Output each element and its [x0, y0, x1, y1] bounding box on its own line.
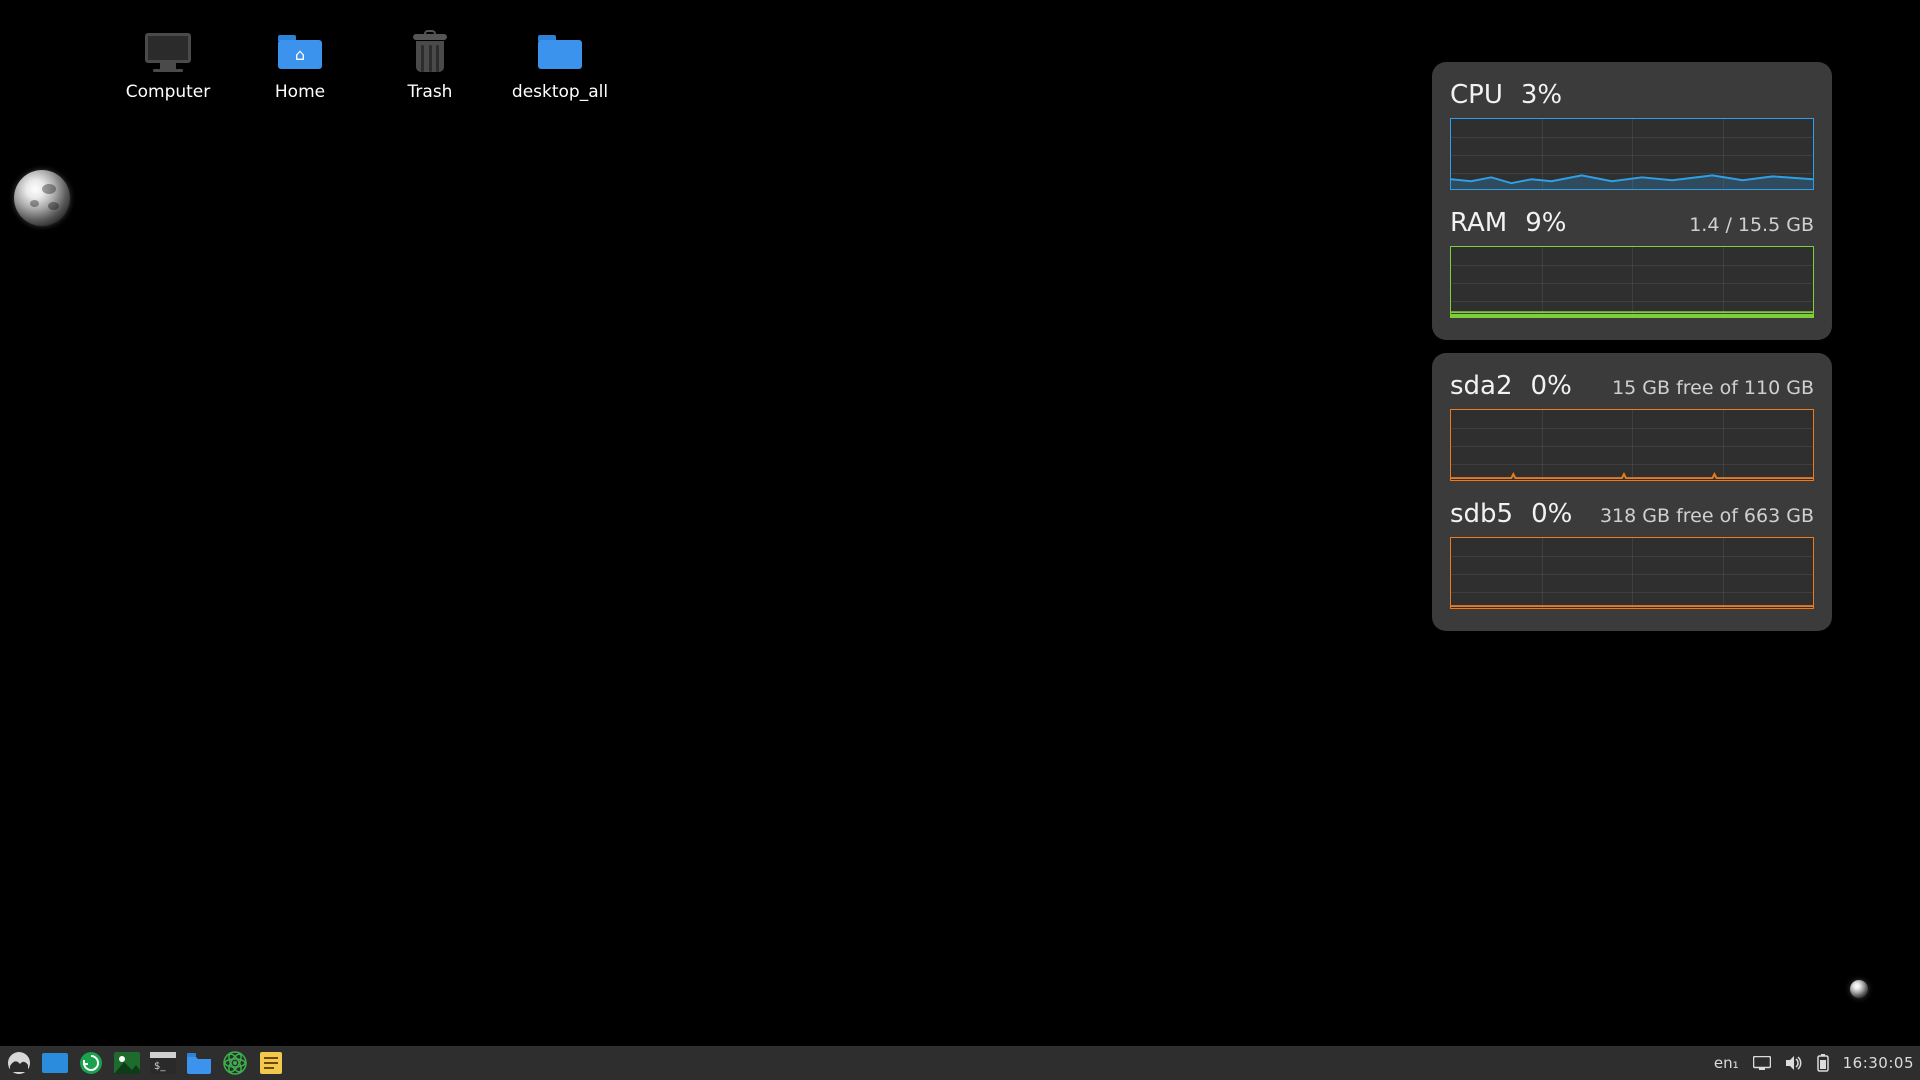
- desktop-icon-label: Trash: [370, 82, 490, 102]
- sda2-title: sda2: [1450, 371, 1513, 401]
- desktop-icon-label: desktop_all: [500, 82, 620, 102]
- terminal-icon[interactable]: $_: [150, 1050, 176, 1076]
- desktop-icon-label: Home: [240, 82, 360, 102]
- folder-icon: [538, 35, 582, 69]
- sdb5-sub: 318 GB free of 663 GB: [1600, 505, 1814, 527]
- ram-meter: RAM 9% 1.4 / 15.5 GB: [1450, 208, 1814, 318]
- display-icon[interactable]: [1753, 1056, 1771, 1070]
- svg-text:$_: $_: [154, 1061, 166, 1072]
- sdb5-percent: 0%: [1531, 499, 1572, 529]
- ram-graph: [1450, 246, 1814, 318]
- battery-icon[interactable]: [1817, 1054, 1829, 1072]
- desktop-icon-computer[interactable]: Computer: [108, 30, 228, 102]
- ram-percent: 9%: [1525, 208, 1566, 238]
- desktop-icon-home[interactable]: ⌂ Home: [240, 30, 360, 102]
- ram-title: RAM: [1450, 208, 1507, 238]
- atom-icon[interactable]: [222, 1050, 248, 1076]
- desktop: Computer ⌂ Home Trash desktop_all CPU 3%: [0, 0, 1920, 1080]
- sda2-sub: 15 GB free of 110 GB: [1612, 377, 1814, 399]
- clock[interactable]: 16:30:05: [1843, 1054, 1914, 1072]
- image-icon[interactable]: [114, 1050, 140, 1076]
- files-icon[interactable]: [186, 1050, 212, 1076]
- sda2-line: [1451, 474, 1813, 478]
- menu-icon[interactable]: [6, 1050, 32, 1076]
- desktop-icon-desktop-all[interactable]: desktop_all: [500, 30, 620, 102]
- keyboard-layout-indicator[interactable]: en₁: [1714, 1054, 1739, 1072]
- disk-monitor-widget: sda2 0% 15 GB free of 110 GB sdb5 0% 318…: [1432, 353, 1832, 631]
- cpu-graph: [1450, 118, 1814, 190]
- recycle-icon[interactable]: [78, 1050, 104, 1076]
- moon-widget-icon[interactable]: [14, 170, 70, 226]
- cpu-title: CPU: [1450, 80, 1503, 110]
- notes-icon[interactable]: [258, 1050, 284, 1076]
- taskbar: $_ en₁ 16:30:05: [0, 1046, 1920, 1080]
- sdb5-meter: sdb5 0% 318 GB free of 663 GB: [1450, 499, 1814, 609]
- volume-icon[interactable]: [1785, 1055, 1803, 1071]
- sda2-percent: 0%: [1531, 371, 1572, 401]
- tasks-icon[interactable]: [42, 1050, 68, 1076]
- sdb5-graph: [1450, 537, 1814, 609]
- trash-icon: [413, 32, 447, 72]
- cpu-percent: 3%: [1521, 80, 1562, 110]
- system-monitor-widget: CPU 3% RAM 9% 1.4 / 15.5 GB: [1432, 62, 1832, 340]
- ram-sub: 1.4 / 15.5 GB: [1689, 214, 1814, 236]
- system-tray: en₁ 16:30:05: [1714, 1054, 1914, 1072]
- desktop-icon-label: Computer: [108, 82, 228, 102]
- monitor-icon: [145, 33, 191, 71]
- sda2-graph: [1450, 409, 1814, 481]
- folder-icon: ⌂: [278, 35, 322, 69]
- sdb5-title: sdb5: [1450, 499, 1513, 529]
- moon-small-icon: [1850, 980, 1868, 998]
- sda2-meter: sda2 0% 15 GB free of 110 GB: [1450, 371, 1814, 481]
- cpu-meter: CPU 3%: [1450, 80, 1814, 190]
- desktop-icon-trash[interactable]: Trash: [370, 30, 490, 102]
